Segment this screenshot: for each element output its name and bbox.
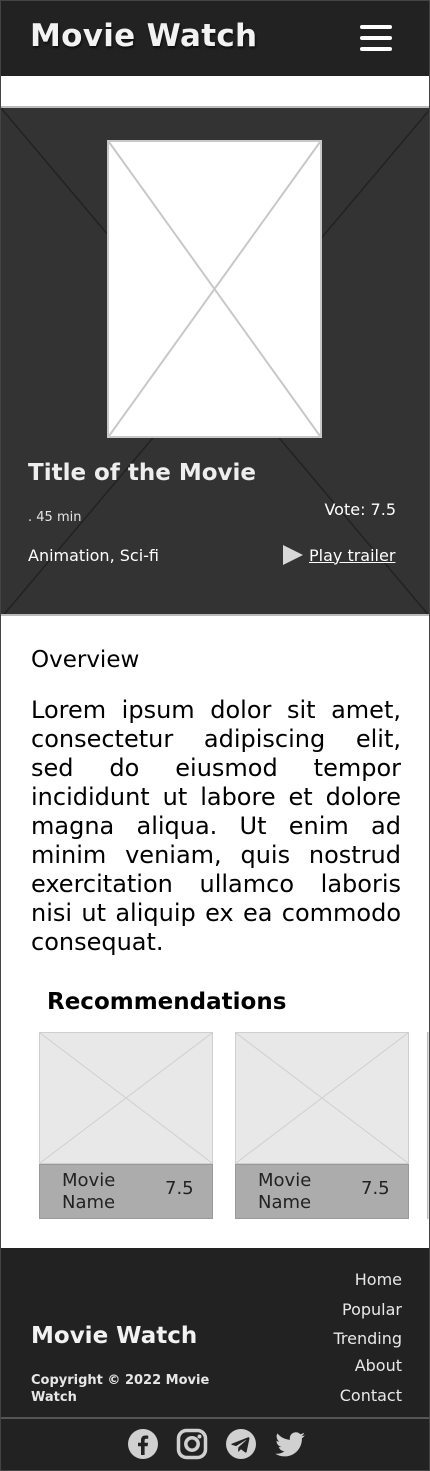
brand-logo[interactable]: Movie Watch bbox=[30, 18, 257, 54]
recommendation-name: Movie Name bbox=[258, 1170, 312, 1213]
footer-link-about[interactable]: About bbox=[333, 1356, 402, 1386]
footer-nav: Home Popular Trending About Contact bbox=[333, 1270, 402, 1408]
image-placeholder-icon bbox=[39, 1032, 213, 1164]
recommendation-rating: 7.5 bbox=[165, 1178, 194, 1199]
movie-title: Title of the Movie bbox=[28, 460, 257, 486]
recommendation-name: Movie Name bbox=[62, 1170, 116, 1213]
hamburger-menu-icon[interactable] bbox=[360, 25, 392, 51]
recommendation-thumbnail bbox=[235, 1032, 409, 1164]
footer-divider bbox=[1, 1417, 429, 1419]
image-placeholder-icon bbox=[108, 141, 321, 437]
movie-vote: Vote: 7.5 bbox=[324, 500, 396, 519]
overview-text: Lorem ipsum dolor sit amet, consectetur … bbox=[31, 696, 401, 956]
recommendation-thumbnail bbox=[39, 1032, 213, 1164]
overview-heading: Overview bbox=[31, 647, 140, 673]
recommendation-info: Movie Name 7.5 bbox=[235, 1164, 409, 1219]
footer-link-home[interactable]: Home bbox=[333, 1270, 402, 1300]
play-trailer-label: Play trailer bbox=[309, 545, 396, 565]
movie-hero: Title of the Movie . 45 min Vote: 7.5 An… bbox=[1, 106, 429, 616]
top-navbar: Movie Watch bbox=[1, 1, 429, 76]
movie-genres: Animation, Sci-fi bbox=[28, 546, 159, 565]
footer-link-contact[interactable]: Contact bbox=[333, 1386, 402, 1408]
recommendations-heading: Recommendations bbox=[47, 989, 287, 1015]
footer-brand: Movie Watch bbox=[31, 1323, 198, 1349]
instagram-icon[interactable] bbox=[176, 1428, 208, 1460]
recommendation-card[interactable]: Movie Name 7.5 bbox=[235, 1032, 409, 1219]
telegram-icon[interactable] bbox=[225, 1428, 257, 1460]
play-trailer-link[interactable]: Play trailer bbox=[283, 544, 395, 566]
recommendation-card[interactable]: Movie Name 7.5 bbox=[39, 1032, 213, 1219]
footer-link-popular[interactable]: Popular bbox=[333, 1300, 402, 1329]
twitter-icon[interactable] bbox=[274, 1428, 306, 1460]
facebook-icon[interactable] bbox=[127, 1428, 159, 1460]
movie-runtime: . 45 min bbox=[28, 510, 82, 525]
footer-copyright: Copyright © 2022 Movie Watch bbox=[31, 1373, 210, 1405]
recommendation-info: Movie Name 7.5 bbox=[39, 1164, 213, 1219]
play-icon bbox=[283, 545, 303, 565]
footer-link-trending[interactable]: Trending bbox=[333, 1329, 402, 1356]
social-links bbox=[127, 1428, 306, 1460]
page: Movie Watch Title of the Movie . 45 min … bbox=[0, 0, 430, 1471]
footer: Home Popular Trending About Contact Movi… bbox=[1, 1248, 429, 1470]
movie-poster bbox=[107, 140, 322, 438]
recommendation-rating: 7.5 bbox=[361, 1178, 390, 1199]
image-placeholder-icon bbox=[235, 1032, 409, 1164]
